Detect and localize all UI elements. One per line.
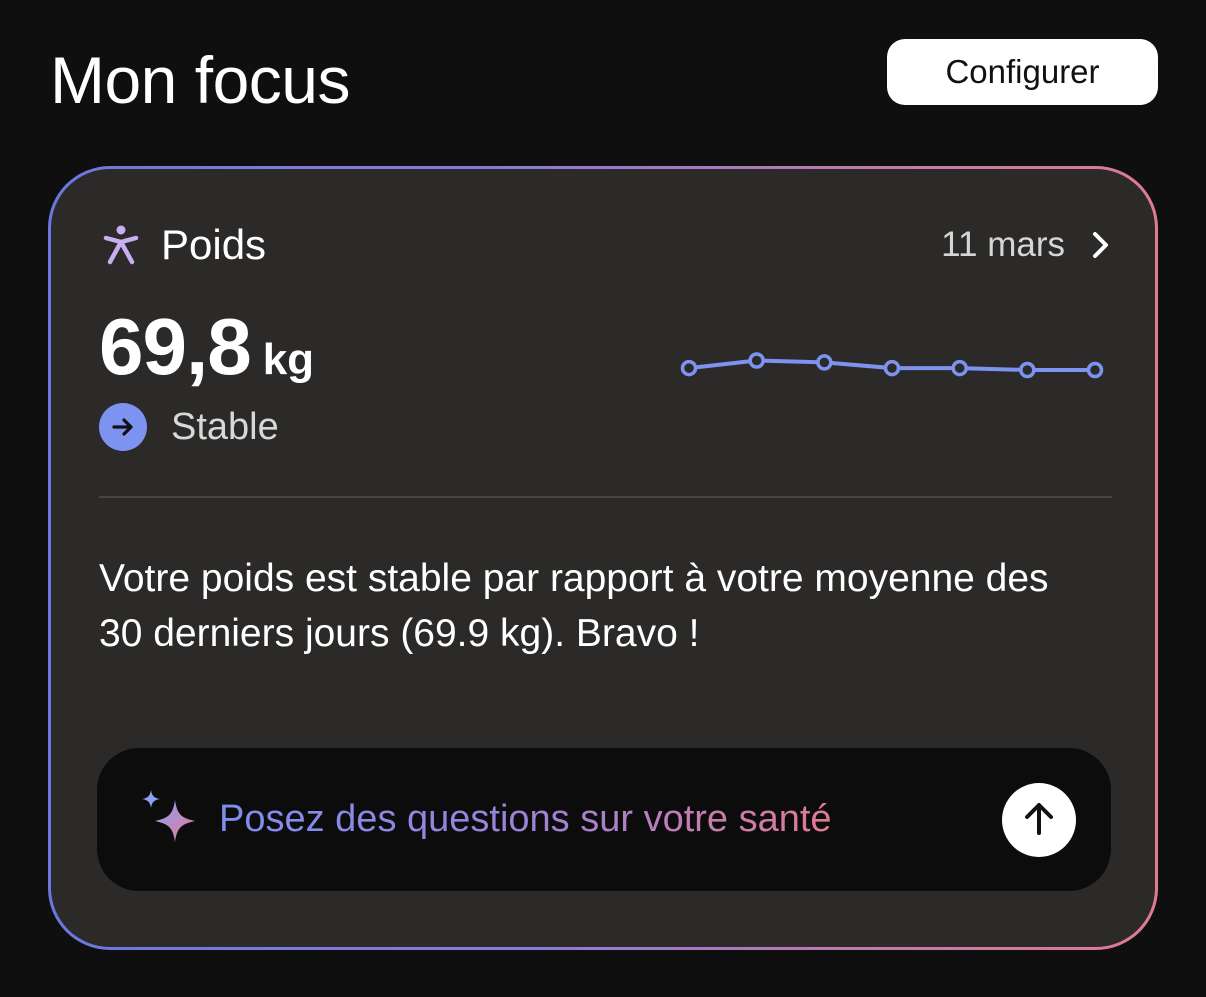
page-title: Mon focus (50, 43, 350, 117)
sparkline-point (680, 359, 698, 377)
trend-row: Stable (99, 403, 279, 451)
configure-button[interactable]: Configurer (887, 39, 1158, 105)
sparkle-icon (137, 788, 203, 854)
focus-card-border: Poids 11 mars 69,8 kg Stable Votre poids… (48, 166, 1158, 950)
sparkline-point (883, 359, 901, 377)
person-icon (103, 225, 139, 265)
weight-number: 69,8 (99, 302, 252, 391)
metric-label: Poids (161, 221, 267, 268)
trend-label: Stable (171, 405, 279, 448)
divider (99, 496, 1112, 498)
date-link[interactable]: 11 mars (941, 225, 1111, 265)
sparkline-point (1019, 361, 1036, 379)
weight-unit: kg (262, 335, 315, 384)
weight-value: 69,8 kg (99, 301, 314, 393)
page: Mon focus Configurer Poids 11 mars 69,8 … (0, 0, 1206, 997)
chevron-right-icon (1091, 230, 1111, 260)
sparkline-point (951, 359, 968, 377)
weight-focus-card[interactable]: Poids 11 mars 69,8 kg Stable Votre poids… (51, 169, 1155, 947)
send-button[interactable] (1002, 783, 1076, 857)
sparkline-point (1086, 361, 1104, 379)
metric-header: Poids (103, 221, 266, 269)
ask-placeholder: Posez des questions sur votre santé (219, 798, 832, 840)
weight-sparkline (680, 352, 1104, 379)
sparkline-point (748, 352, 765, 369)
weight-summary: Votre poids est stable par rapport à vot… (99, 557, 1049, 655)
arrow-up-icon (1019, 799, 1059, 842)
arrow-right-icon (99, 403, 147, 451)
date-label: 11 mars (941, 225, 1065, 264)
ask-health-input[interactable]: Posez des questions sur votre santé (97, 748, 1111, 891)
sparkline-point (816, 354, 833, 371)
